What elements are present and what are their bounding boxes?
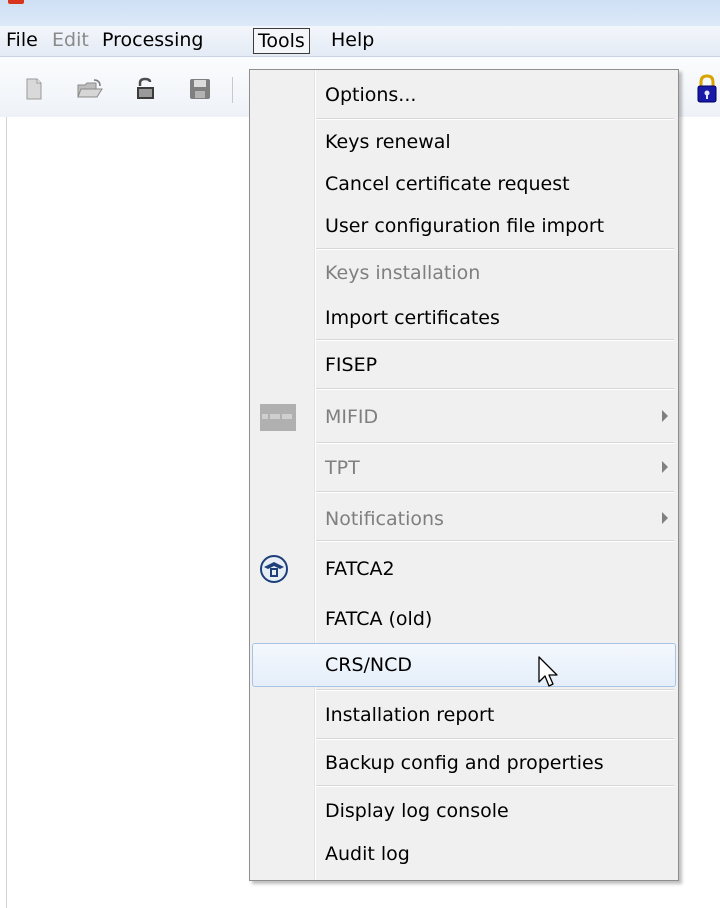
menu-item-label: Cancel certificate request bbox=[325, 173, 570, 195]
open-folder-icon[interactable] bbox=[76, 77, 103, 101]
menu-item-label: FATCA (old) bbox=[325, 608, 433, 630]
menu-item-fatca-old[interactable]: FATCA (old) bbox=[252, 597, 676, 641]
menu-tools[interactable]: Tools bbox=[253, 28, 310, 54]
menu-item-label: Audit log bbox=[325, 843, 410, 865]
unlock-icon[interactable] bbox=[134, 77, 158, 101]
menu-item-label: FISEP bbox=[325, 354, 378, 376]
menu-item-label: Display log console bbox=[325, 800, 509, 822]
menu-item-label: Keys renewal bbox=[325, 131, 451, 153]
submenu-arrow-icon bbox=[662, 410, 668, 422]
menu-file[interactable]: File bbox=[2, 29, 42, 51]
irs-eagle-icon bbox=[258, 554, 290, 584]
menu-help[interactable]: Help bbox=[327, 29, 378, 51]
submenu-arrow-icon bbox=[662, 512, 668, 524]
tools-dropdown-menu: Options... Keys renewal Cancel certifica… bbox=[249, 69, 679, 881]
menu-item-keys-installation[interactable]: Keys installation bbox=[252, 251, 676, 295]
menu-item-user-config-import[interactable]: User configuration file import bbox=[252, 204, 676, 248]
menu-separator bbox=[316, 248, 674, 250]
title-bar bbox=[0, 0, 720, 26]
menu-item-installation-report[interactable]: Installation report bbox=[252, 693, 676, 737]
save-disk-icon[interactable] bbox=[188, 77, 212, 101]
menu-item-label: Notifications bbox=[325, 508, 444, 530]
menu-edit[interactable]: Edit bbox=[48, 29, 93, 51]
padlock-icon[interactable] bbox=[696, 74, 718, 104]
menu-item-label: Options... bbox=[325, 84, 417, 106]
menu-item-label: MIFID bbox=[325, 406, 379, 428]
menu-processing[interactable]: Processing bbox=[98, 29, 207, 51]
application-window: File Edit Processing Tools Help Options.… bbox=[0, 0, 720, 908]
menu-separator bbox=[316, 738, 674, 740]
menu-item-label: Import certificates bbox=[325, 307, 500, 329]
menu-item-backup-config[interactable]: Backup config and properties bbox=[252, 741, 676, 785]
menu-item-crs-ncd[interactable]: CRS/NCD bbox=[252, 643, 676, 687]
mouse-cursor-icon bbox=[538, 656, 562, 692]
menu-item-options[interactable]: Options... bbox=[252, 73, 676, 117]
menu-item-cancel-certificate-request[interactable]: Cancel certificate request bbox=[252, 162, 676, 206]
menu-item-audit-log[interactable]: Audit log bbox=[252, 832, 676, 876]
panel-border bbox=[6, 117, 7, 908]
menu-item-label: TPT bbox=[325, 457, 360, 479]
menu-item-display-log-console[interactable]: Display log console bbox=[252, 789, 676, 833]
menu-separator bbox=[316, 785, 674, 787]
menu-item-keys-renewal[interactable]: Keys renewal bbox=[252, 120, 676, 164]
menu-item-label: Backup config and properties bbox=[325, 752, 604, 774]
menu-item-label: User configuration file import bbox=[325, 215, 605, 237]
menu-item-label: Keys installation bbox=[325, 262, 481, 284]
new-file-icon[interactable] bbox=[22, 77, 46, 101]
menu-item-fisep[interactable]: FISEP bbox=[252, 343, 676, 387]
menu-item-label: CRS/NCD bbox=[325, 654, 413, 676]
menu-separator bbox=[316, 442, 674, 444]
toolbar-separator bbox=[232, 77, 233, 103]
menu-item-mifid[interactable]: MIFID bbox=[252, 395, 676, 439]
menu-item-label: Installation report bbox=[325, 704, 495, 726]
menu-separator bbox=[316, 540, 674, 542]
submenu-arrow-icon bbox=[662, 461, 668, 473]
menu-item-tpt[interactable]: TPT bbox=[252, 446, 676, 490]
app-icon bbox=[8, 0, 24, 4]
menu-item-fatca2[interactable]: FATCA2 bbox=[252, 547, 676, 591]
menu-separator bbox=[316, 689, 674, 691]
menu-item-import-certificates[interactable]: Import certificates bbox=[252, 296, 676, 340]
menu-separator bbox=[316, 339, 674, 341]
menu-item-notifications[interactable]: Notifications bbox=[252, 497, 676, 541]
menu-bar: File Edit Processing Tools Help bbox=[0, 26, 720, 57]
menu-separator bbox=[316, 491, 674, 493]
mifid-icon bbox=[258, 402, 296, 432]
menu-item-label: FATCA2 bbox=[325, 558, 395, 580]
menu-separator bbox=[316, 388, 674, 390]
